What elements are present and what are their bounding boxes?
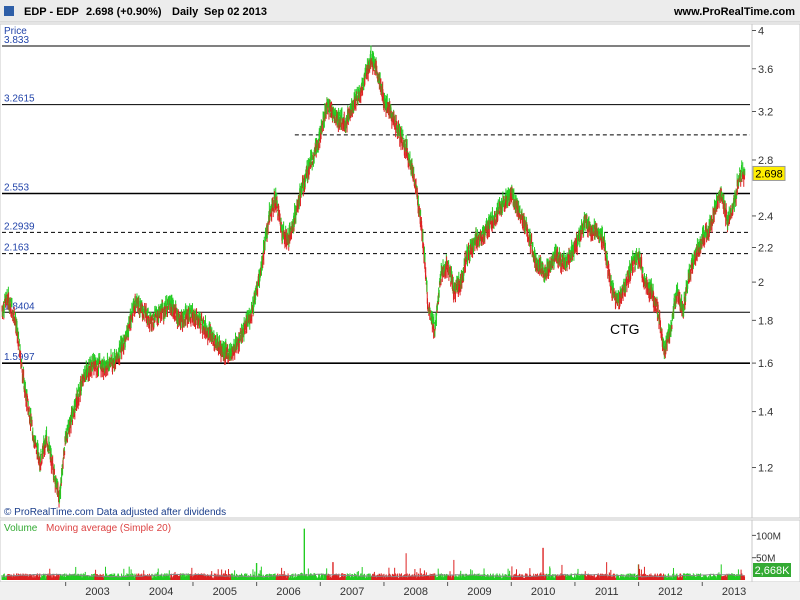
y-tick-label: 2.4 [758, 211, 773, 223]
header-brand[interactable]: www.ProRealTime.com [673, 6, 795, 18]
y-tick-label: 2.2 [758, 243, 773, 255]
level-label: 2.553 [4, 182, 29, 193]
header-symbol: EDP - EDP [24, 6, 79, 18]
y-tick-label: 4 [758, 26, 764, 38]
last-volume-badge: 2,668K [753, 563, 791, 577]
y-tick-label: 1.8 [758, 315, 773, 327]
x-tick-label: 2003 [85, 586, 109, 598]
price-panel [0, 23, 753, 519]
y-tick-label: 3.2 [758, 107, 773, 119]
header-date: Sep 02 2013 [204, 6, 267, 18]
stock-chart: EDP - EDP 2.698 (+0.90%) Daily Sep 02 20… [0, 0, 800, 600]
x-tick-label: 2008 [404, 586, 428, 598]
x-tick-label: 2007 [340, 586, 364, 598]
x-tick-label: 2004 [149, 586, 173, 598]
y-tick-label: 1.6 [758, 358, 773, 370]
last-price-label: 2.698 [755, 168, 783, 180]
x-tick-label: 2013 [722, 586, 746, 598]
x-tick-label: 2009 [467, 586, 491, 598]
x-tick-label: 2005 [213, 586, 237, 598]
y-tick-label: 1.2 [758, 463, 773, 475]
y-tick-label: 1.4 [758, 407, 773, 419]
x-tick-label: 2011 [595, 586, 619, 598]
volume-ma-title: Moving average (Simple 20) [46, 523, 171, 534]
chart-stage: EDP - EDP 2.698 (+0.90%) Daily Sep 02 20… [0, 0, 800, 600]
level-label: 3.833 [4, 35, 29, 46]
menu-icon[interactable] [4, 6, 14, 16]
last-price-badge: 2.698 [752, 165, 786, 181]
volume-tick-label: 100M [756, 531, 781, 542]
x-tick-label: 2012 [658, 586, 682, 598]
x-tick-label: 2010 [531, 586, 555, 598]
level-label: 3.2615 [4, 94, 35, 105]
price-credit: © ProRealTime.com Data adjusted after di… [4, 507, 226, 518]
y-tick-label: 2 [758, 277, 764, 289]
volume-title: Volume [4, 523, 38, 534]
ctg-annotation: CTG [610, 321, 640, 337]
header-price-change: 2.698 (+0.90%) [86, 6, 162, 18]
x-tick-label: 2006 [276, 586, 300, 598]
header-period: Daily [172, 6, 199, 18]
level-label: 2.2939 [4, 221, 35, 232]
last-volume-label: 2,668K [755, 565, 791, 577]
price-axis-panel [751, 23, 800, 519]
y-tick-label: 3.6 [758, 64, 773, 76]
y-tick-label: 2.8 [758, 155, 773, 167]
level-label: 2.163 [4, 243, 29, 254]
